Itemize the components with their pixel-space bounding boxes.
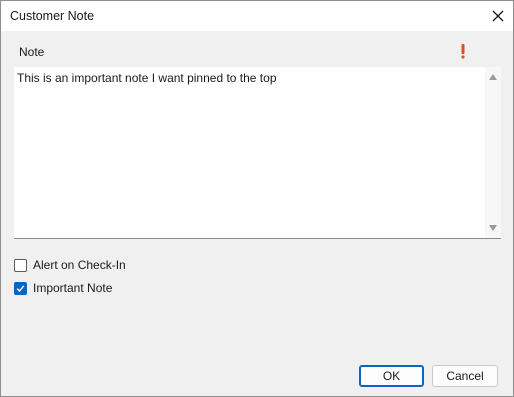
- alert-on-checkin-label[interactable]: Alert on Check-In: [33, 258, 126, 272]
- close-button[interactable]: [483, 1, 513, 31]
- important-note-checkbox[interactable]: [14, 281, 27, 295]
- important-note-label[interactable]: Important Note: [33, 281, 112, 295]
- close-icon: [492, 10, 504, 22]
- ok-button[interactable]: OK: [359, 365, 424, 387]
- checkmark-icon: [16, 284, 25, 292]
- note-label: Note: [19, 45, 45, 59]
- important-note-option[interactable]: Important Note: [14, 281, 112, 295]
- alert-on-checkin-option[interactable]: Alert on Check-In: [14, 258, 126, 272]
- scroll-down-icon[interactable]: [489, 225, 497, 231]
- note-text: This is an important note I want pinned …: [17, 71, 277, 85]
- cancel-button[interactable]: Cancel: [432, 365, 498, 387]
- note-scrollbar[interactable]: [485, 67, 501, 238]
- window-title: Customer Note: [10, 9, 95, 23]
- title-bar[interactable]: Customer Note: [1, 1, 513, 31]
- note-textarea[interactable]: This is an important note I want pinned …: [14, 67, 501, 239]
- customer-note-dialog: Customer Note Note This is an important …: [0, 0, 514, 397]
- scroll-up-icon[interactable]: [489, 74, 497, 80]
- alert-on-checkin-checkbox[interactable]: [14, 258, 27, 272]
- exclamation-icon: [461, 44, 465, 59]
